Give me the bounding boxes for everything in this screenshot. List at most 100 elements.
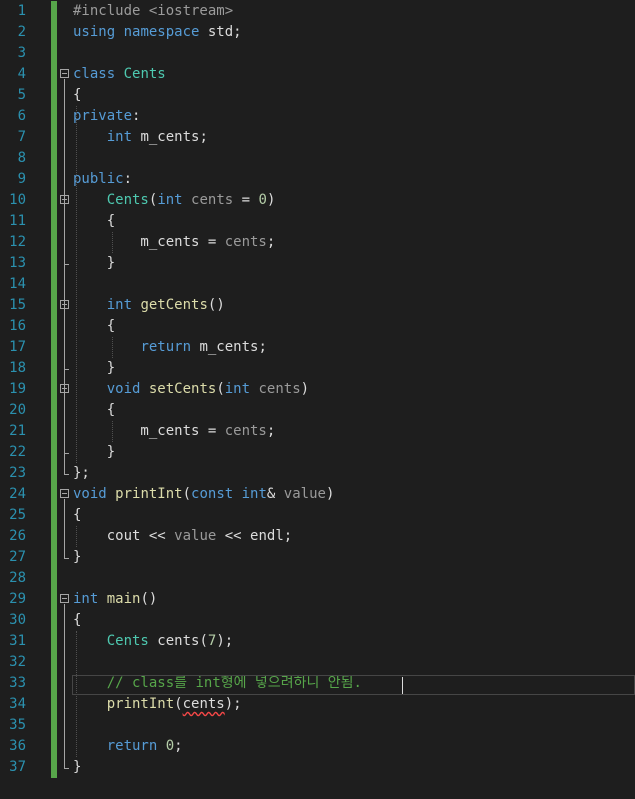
collapse-minus-icon[interactable] [60,489,69,498]
code-token: int [224,381,251,397]
code-token: Cents [106,633,149,649]
code-line[interactable]: 32 [0,652,635,673]
code-line[interactable]: 13 } [0,253,635,274]
code-line[interactable]: 26 cout << value << endl; [0,526,635,547]
code-editor[interactable]: 1 #include <iostream> 2 using namespace std… [0,0,635,799]
code-line[interactable]: 15 int getCents() [0,295,635,316]
code-line[interactable]: 25 { [0,505,635,526]
change-indicator-bar [51,421,57,442]
code-token: : [123,171,133,187]
code-token: cents [224,234,267,250]
fold-region-line [64,604,65,768]
change-indicator-bar [51,505,57,526]
code-line[interactable]: 24 void printInt(const int& value) [0,484,635,505]
code-line[interactable]: 8 [0,148,635,169]
indent-guide [76,106,77,463]
code-line[interactable]: 23}; [0,463,635,484]
code-line[interactable]: 37} [0,757,635,778]
code-line[interactable]: 4 class Cents [0,64,635,85]
code-line[interactable]: 20 { [0,400,635,421]
line-number: 1 [17,3,26,19]
code-line[interactable]: 10 Cents(int cents = 0) [0,190,635,211]
fold-region-end [64,768,69,769]
code-token: private [73,108,133,124]
code-line[interactable]: 19 void setCents(int cents) [0,379,635,400]
code-line[interactable]: 34 printInt(cents); [0,694,635,715]
code-token: m_cents = [73,234,225,250]
collapse-minus-icon[interactable] [60,69,69,78]
code-token: m_cents = [73,423,225,439]
code-line[interactable]: 36 return 0; [0,736,635,757]
code-token: ) [325,486,335,502]
change-indicator-bar [51,547,57,568]
code-line[interactable]: 14 [0,274,635,295]
line-number: 26 [9,528,26,544]
code-token: 0 [258,192,267,208]
code-line[interactable]: 6 private: [0,106,635,127]
code-token: #include <iostream> [73,3,234,19]
code-line[interactable]: 5{ [0,85,635,106]
line-number: 15 [9,297,26,313]
code-line[interactable]: 7 int m_cents; [0,127,635,148]
code-token: () [207,297,225,313]
code-token: { [73,507,82,523]
fold-region-end [64,369,69,370]
code-token: ( [216,381,225,397]
code-token: & [266,486,284,502]
code-token: Cents [106,192,149,208]
code-line[interactable]: 3 [0,43,635,64]
code-token: { [73,402,116,418]
code-line[interactable]: 29 int main() [0,589,635,610]
collapse-minus-icon[interactable] [60,594,69,603]
change-indicator-bar [51,631,57,652]
code-line[interactable]: 22 } [0,442,635,463]
code-line[interactable]: 9 public: [0,169,635,190]
code-token: value [283,486,326,502]
code-token: { [73,213,116,229]
code-line[interactable]: 30 { [0,610,635,631]
code-line[interactable]: 16 { [0,316,635,337]
code-token: ); [224,696,242,712]
change-indicator-bar [51,610,57,631]
line-number: 22 [9,444,26,460]
code-line[interactable]: 11 { [0,211,635,232]
code-line[interactable]: 18 } [0,358,635,379]
line-number: 21 [9,423,26,439]
code-token: ) [300,381,310,397]
change-indicator-bar [51,190,57,211]
line-number: 10 [9,192,26,208]
code-line[interactable]: 21 m_cents = cents; [0,421,635,442]
code-text: return 0; [73,736,183,757]
change-indicator-bar [51,652,57,673]
code-line[interactable]: 2 using namespace std; [0,22,635,43]
code-text: using namespace std; [73,22,242,43]
code-line[interactable]: 12 m_cents = cents; [0,232,635,253]
code-token: public [73,171,124,187]
change-indicator-bar [51,484,57,505]
code-line[interactable]: 27} [0,547,635,568]
code-line[interactable]: 17 return m_cents; [0,337,635,358]
line-number: 30 [9,612,26,628]
code-line[interactable]: 35 [0,715,635,736]
fold-region-line [64,394,65,453]
code-token: cents( [148,633,208,649]
code-token: value [174,528,217,544]
code-token: class [73,66,116,82]
change-indicator-bar [51,169,57,190]
code-token: m_cents; [132,129,208,145]
code-text: int main() [73,589,157,610]
code-text: printInt(cents); [73,694,242,715]
indent-guide [112,232,113,253]
code-line[interactable]: 1 #include <iostream> [0,1,635,22]
code-token: ) [266,192,276,208]
code-token: using [73,24,116,40]
change-indicator-bar [51,316,57,337]
line-number: 18 [9,360,26,376]
code-line[interactable]: 31 Cents cents(7); [0,631,635,652]
code-line[interactable]: 28 [0,568,635,589]
